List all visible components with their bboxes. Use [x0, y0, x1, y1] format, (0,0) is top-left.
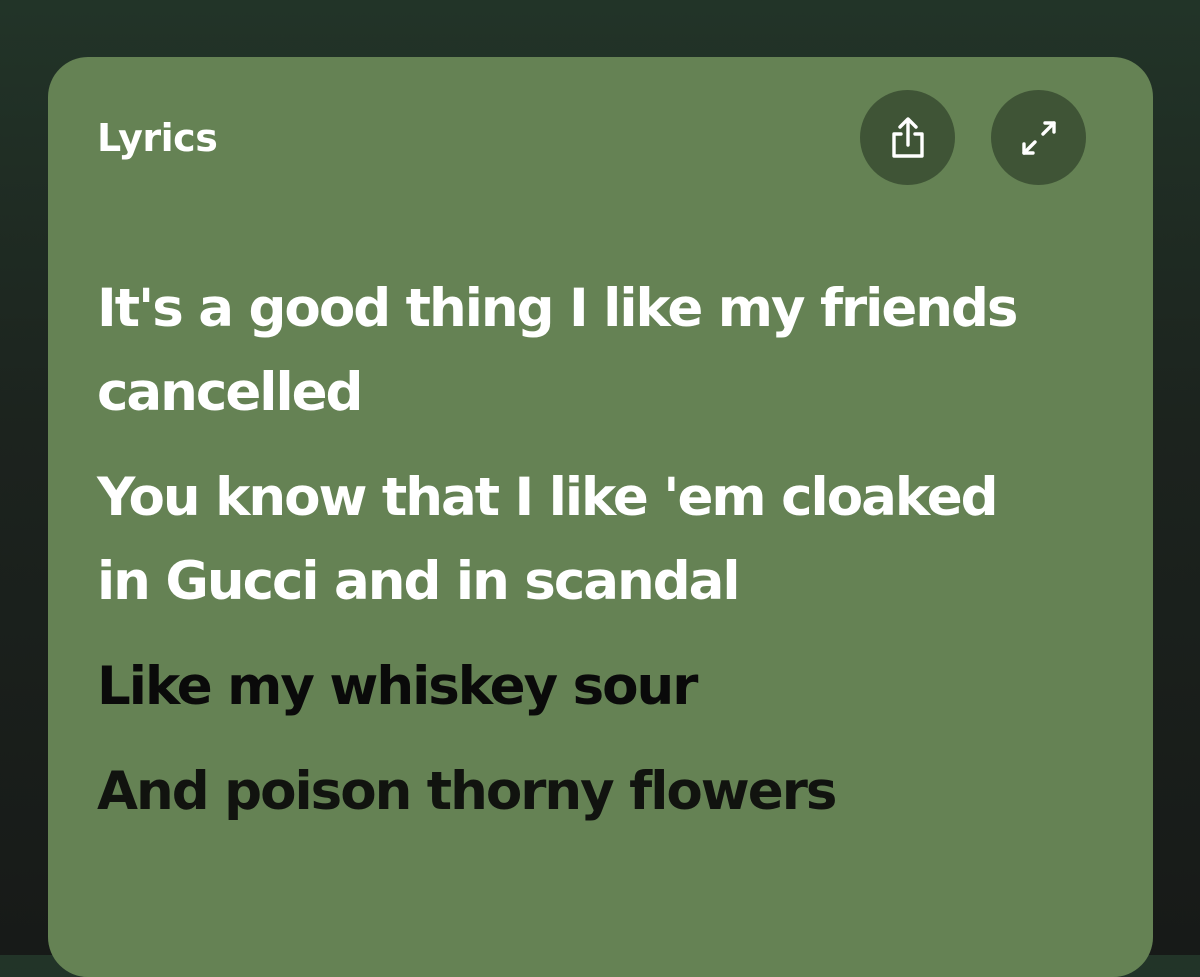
lyric-line[interactable]: You know that I like 'em cloaked in Gucc… — [97, 456, 1127, 624]
bottom-fade — [48, 907, 1153, 977]
lyrics-card: Lyrics It's a good thing I like my frien… — [48, 57, 1153, 977]
lyric-line[interactable]: It's a good thing I like my friends canc… — [97, 267, 1127, 435]
lyrics-list: It's a good thing I like my friends canc… — [97, 267, 1127, 855]
expand-icon — [1019, 118, 1059, 158]
header-fade — [48, 187, 1153, 227]
expand-button[interactable] — [991, 90, 1086, 185]
lyric-line[interactable]: Like my whiskey sour — [97, 645, 1127, 729]
lyric-line[interactable]: And poison thorny flowers — [97, 750, 1127, 834]
share-icon — [888, 116, 928, 160]
share-button[interactable] — [860, 90, 955, 185]
lyrics-title: Lyrics — [97, 116, 218, 160]
